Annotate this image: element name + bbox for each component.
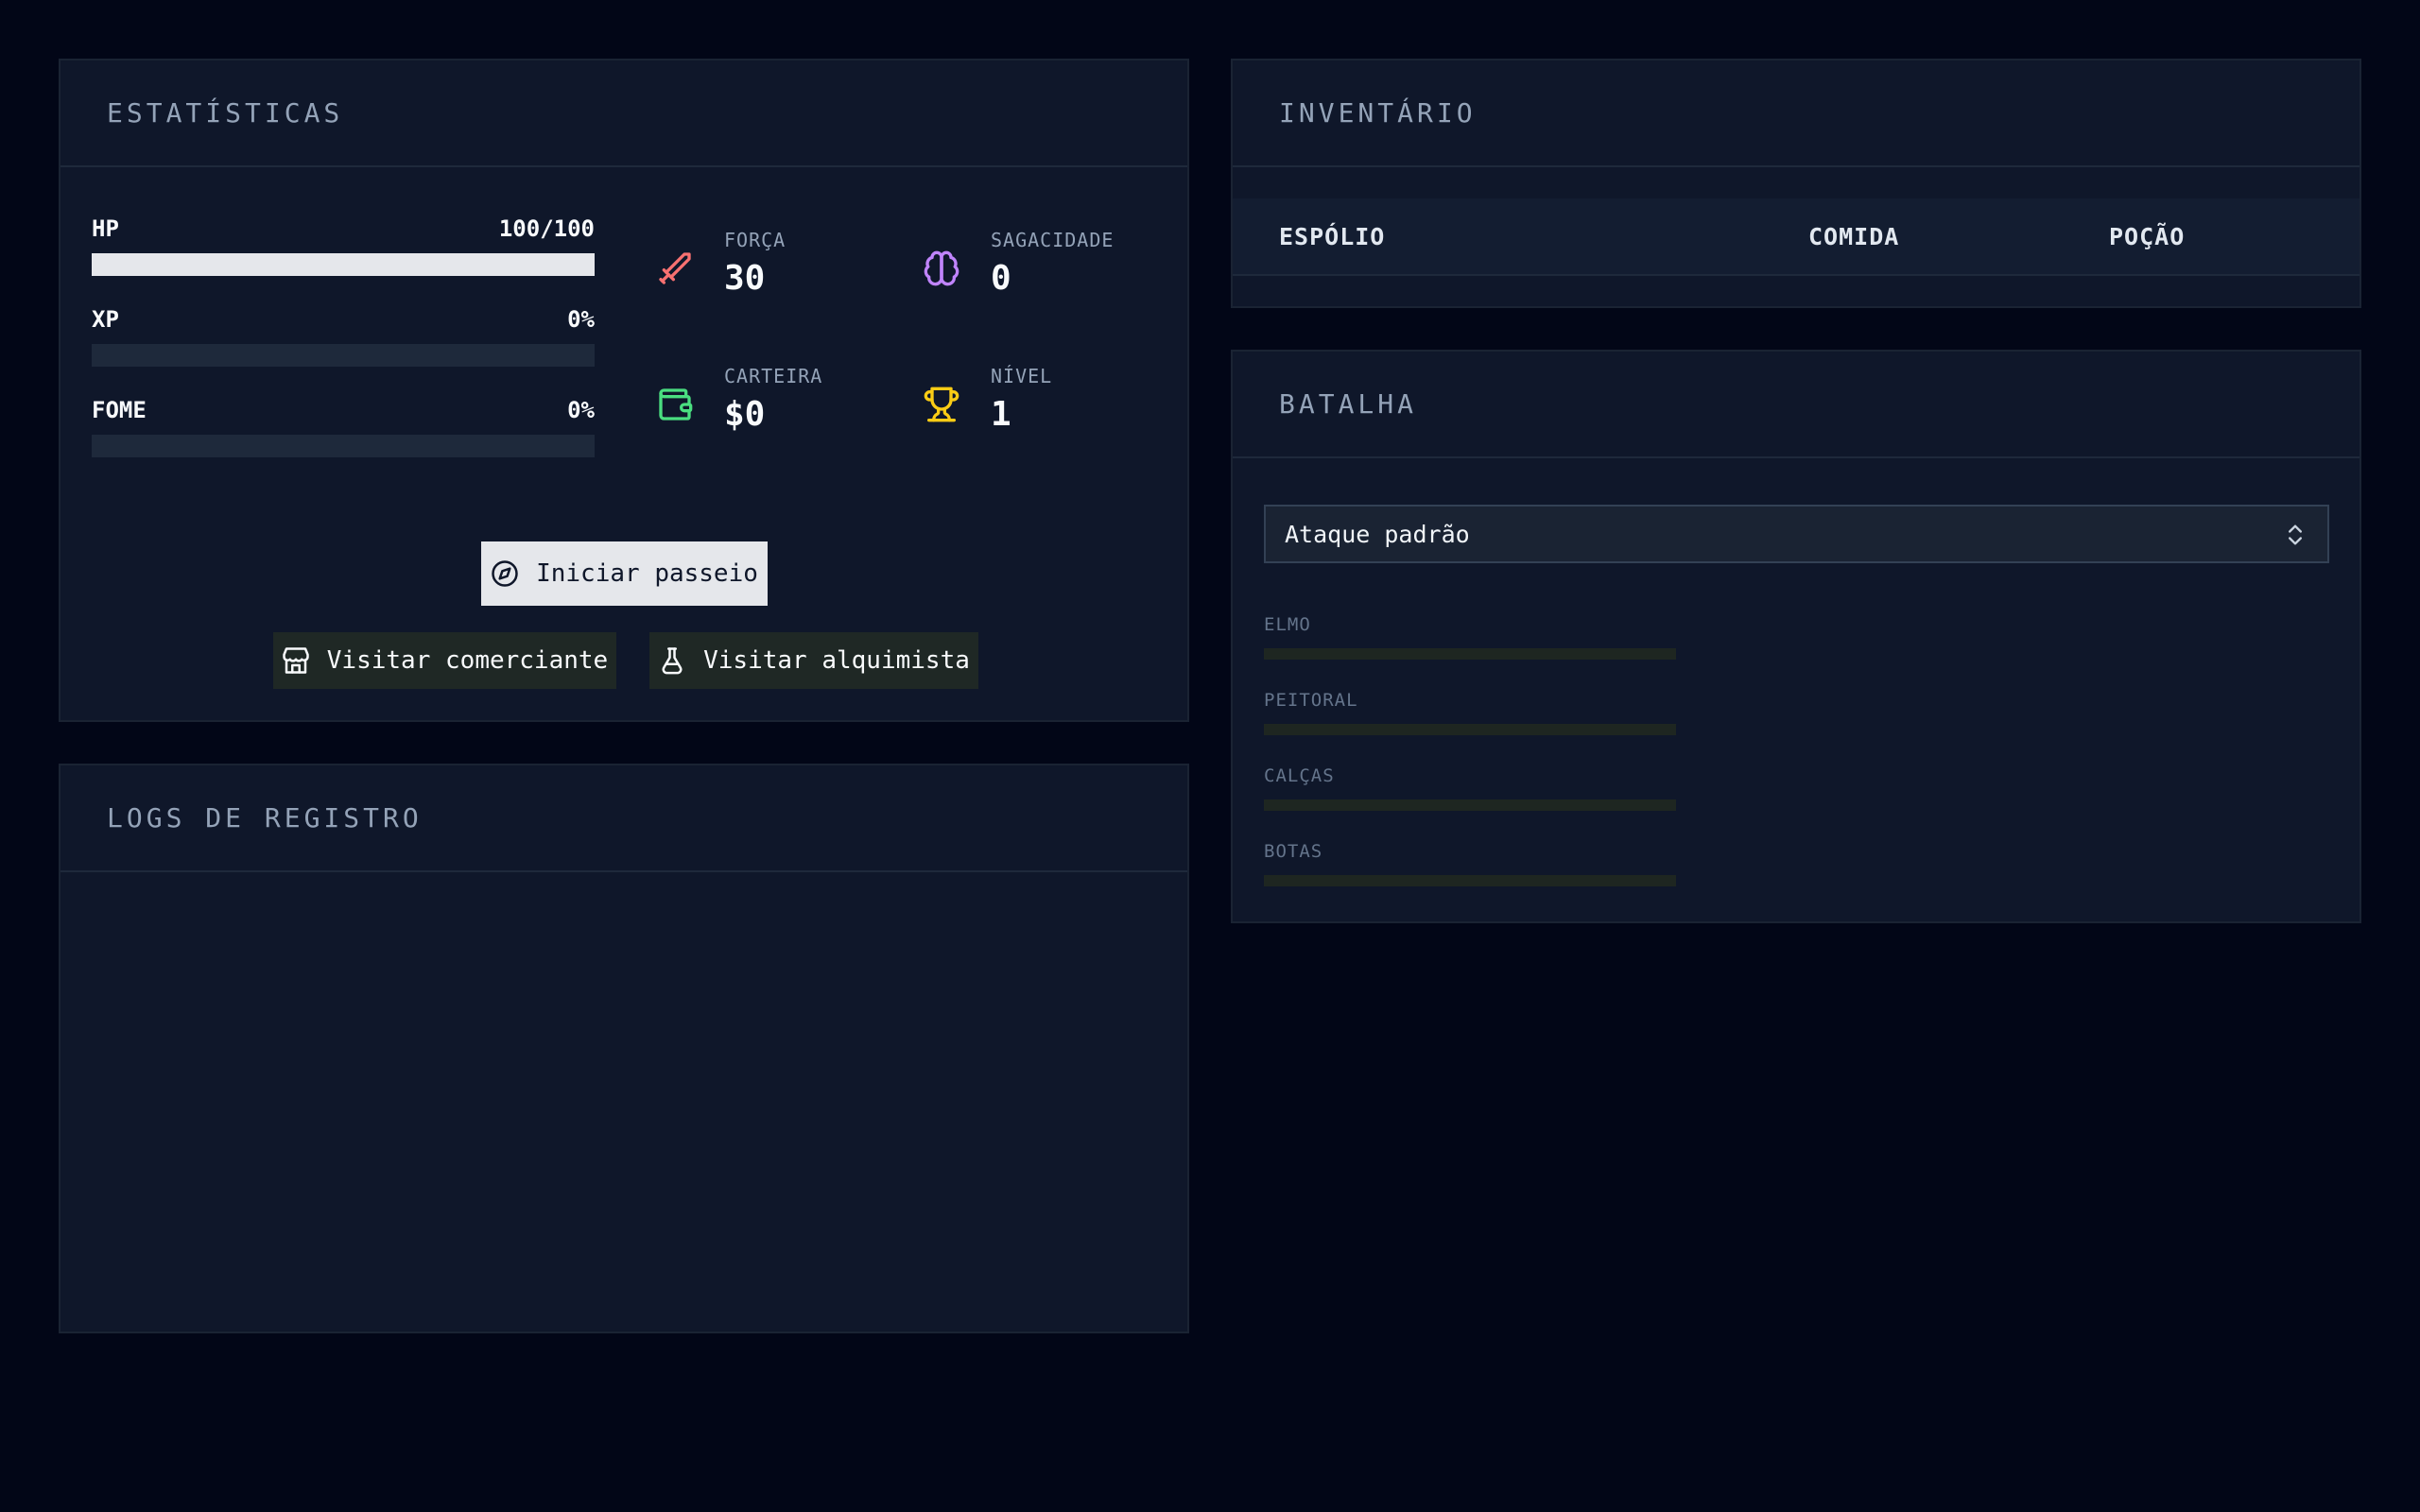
start-walk-button[interactable]: Iniciar passeio — [481, 541, 768, 606]
helmet-track — [1264, 648, 1676, 660]
xp-label: XP — [92, 306, 119, 333]
armor-pants: CALÇAS — [1264, 765, 1676, 811]
pants-track — [1264, 799, 1676, 811]
stat-strength: FORÇA 30 — [656, 229, 786, 298]
pants-label: CALÇAS — [1264, 765, 1335, 786]
column-potion: POÇÃO — [2109, 223, 2186, 250]
wisdom-value: 0 — [991, 259, 1011, 298]
battle-header: BATALHA — [1233, 352, 2360, 458]
visit-alchemist-button[interactable]: Visitar alquimista — [649, 632, 978, 689]
helmet-label: ELMO — [1264, 614, 1311, 635]
hp-bar: HP 100/100 — [92, 215, 595, 276]
hunger-value: 0% — [567, 397, 595, 423]
logs-header: LOGS DE REGISTRO — [60, 765, 1187, 872]
level-value: 1 — [991, 395, 1011, 434]
inventory-panel: INVENTÁRIO ESPÓLIO COMIDA POÇÃO — [1231, 59, 2361, 308]
attack-select[interactable]: Ataque padrão — [1264, 505, 2329, 563]
battle-panel: BATALHA Ataque padrão ELMO PEITORAL CALÇ… — [1231, 350, 2361, 923]
attack-select-value: Ataque padrão — [1285, 520, 1470, 548]
compass-icon — [492, 560, 518, 587]
armor-helmet: ELMO — [1264, 614, 1676, 660]
armor-boots: BOTAS — [1264, 841, 1676, 886]
battle-title: BATALHA — [1279, 388, 1418, 420]
xp-value: 0% — [567, 306, 595, 333]
logs-panel: LOGS DE REGISTRO — [59, 764, 1189, 1333]
logs-title: LOGS DE REGISTRO — [107, 802, 423, 833]
trophy-icon — [924, 387, 959, 422]
strength-value: 30 — [724, 259, 766, 298]
xp-bar: XP 0% — [92, 306, 595, 367]
hunger-bar: FOME 0% — [92, 397, 595, 457]
hp-track — [92, 253, 595, 276]
armor-chestplate: PEITORAL — [1264, 690, 1676, 735]
visit-alchemist-label: Visitar alquimista — [703, 646, 970, 675]
chevrons-up-down-icon — [2289, 524, 2302, 545]
wallet-label: CARTEIRA — [724, 365, 823, 387]
hp-fill — [92, 253, 595, 276]
store-icon — [283, 647, 309, 674]
strength-label: FORÇA — [724, 229, 786, 251]
stat-wallet: CARTEIRA $0 — [656, 365, 822, 434]
stat-level: NÍVEL 1 — [923, 365, 1052, 434]
stats-header: ESTATÍSTICAS — [60, 60, 1187, 167]
xp-track — [92, 344, 595, 367]
hunger-track — [92, 435, 595, 457]
wallet-icon — [659, 388, 693, 421]
sword-icon — [659, 252, 691, 284]
visit-merchant-button[interactable]: Visitar comerciante — [273, 632, 616, 689]
logs-list[interactable] — [60, 872, 1187, 1333]
stats-panel: ESTATÍSTICAS HP 100/100 XP 0% FOME 0% FO… — [59, 59, 1189, 722]
chestplate-label: PEITORAL — [1264, 690, 1358, 711]
stat-wisdom: SAGACIDADE 0 — [923, 229, 1114, 298]
column-loot: ESPÓLIO — [1279, 223, 1386, 250]
inventory-header: INVENTÁRIO — [1233, 60, 2360, 167]
inventory-table-header: ESPÓLIO COMIDA POÇÃO — [1233, 198, 2360, 276]
inventory-title: INVENTÁRIO — [1279, 97, 1477, 129]
chestplate-track — [1264, 724, 1676, 735]
brain-icon — [924, 250, 959, 286]
column-food: COMIDA — [1808, 223, 1900, 250]
boots-track — [1264, 875, 1676, 886]
start-walk-label: Iniciar passeio — [536, 559, 758, 588]
hp-value: 100/100 — [498, 215, 595, 242]
visit-merchant-label: Visitar comerciante — [326, 646, 609, 675]
wisdom-label: SAGACIDADE — [991, 229, 1115, 251]
level-label: NÍVEL — [991, 365, 1053, 387]
wallet-value: $0 — [724, 395, 766, 434]
flask-icon — [662, 647, 683, 675]
hunger-label: FOME — [92, 397, 147, 423]
boots-label: BOTAS — [1264, 841, 1323, 862]
hp-label: HP — [92, 215, 119, 242]
stats-title: ESTATÍSTICAS — [107, 97, 344, 129]
